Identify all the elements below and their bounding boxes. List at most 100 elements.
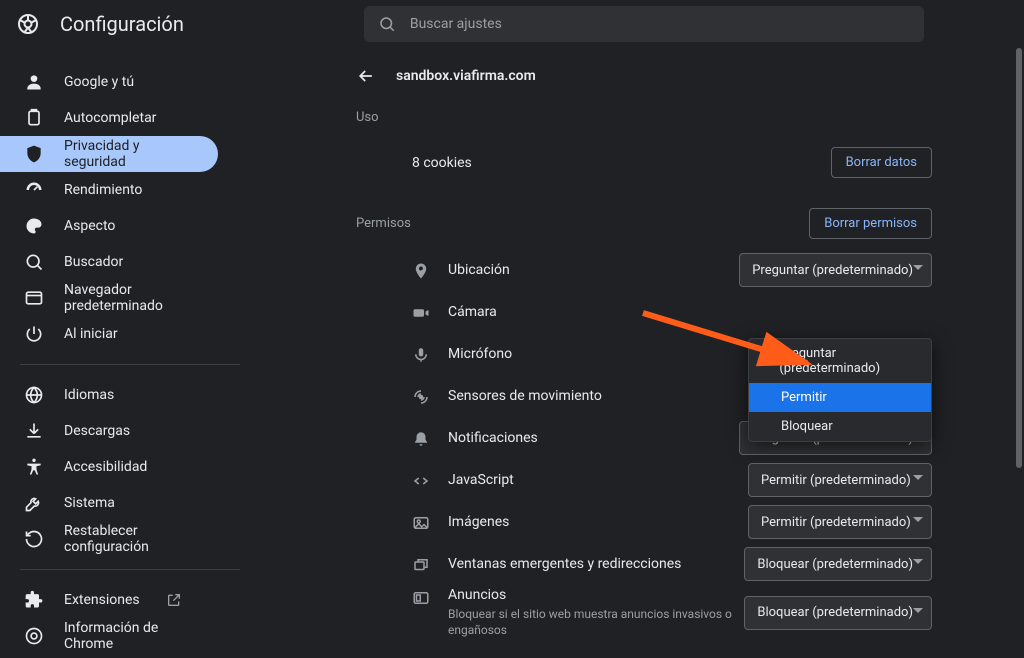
sidebar-item-default-browser[interactable]: Navegador predeterminado (0, 280, 218, 316)
chrome-logo-icon (16, 12, 40, 36)
sidebar-item-label: Accesibilidad (64, 459, 147, 475)
site-hostname: sandbox.viafirma.com (396, 68, 536, 84)
sidebar-item-label: Idiomas (64, 387, 114, 403)
search-box[interactable] (364, 6, 924, 42)
permission-label: Micrófono (448, 346, 512, 362)
permission-row-camera: Cámara (352, 291, 932, 333)
dropdown-option[interactable]: Bloquear (749, 412, 931, 441)
sidebar-item-label: Navegador predeterminado (64, 282, 198, 314)
bell-icon (412, 430, 430, 448)
sidebar-item-autofill[interactable]: Autocompletar (0, 100, 218, 136)
search-input[interactable] (410, 16, 910, 32)
sidebar-item-label: Al iniciar (64, 326, 118, 342)
chevron-down-icon (913, 517, 923, 527)
permission-select-value: Permitir (predeterminado) (761, 515, 911, 530)
sidebar-item-label: Buscador (64, 254, 123, 270)
chrome-icon (24, 626, 44, 646)
permission-row-popups: Ventanas emergentes y redirecciones Bloqu… (352, 543, 932, 585)
permission-select-popups[interactable]: Bloquear (predeterminado) (744, 547, 932, 581)
sidebar-item-reset[interactable]: Restablecer configuración (0, 521, 218, 557)
sidebar-item-label: Google y tú (64, 74, 134, 90)
usage-section-title: Uso (356, 110, 932, 125)
check-icon (759, 354, 771, 368)
sidebar-item-label: Autocompletar (64, 110, 156, 126)
page-title: Configuración (60, 12, 184, 36)
permission-label: Notificaciones (448, 430, 538, 446)
sidebar-item-accessibility[interactable]: Accesibilidad (0, 449, 218, 485)
ad-icon (412, 589, 430, 607)
permission-label: Anuncios (448, 587, 738, 603)
permission-select-images[interactable]: Permitir (predeterminado) (748, 505, 932, 539)
scrollbar-thumb[interactable] (1016, 48, 1022, 468)
permission-sublabel: Bloquear si el sitio web muestra anuncio… (448, 606, 738, 638)
sidebar-item-system[interactable]: Sistema (0, 485, 218, 521)
sidebar-item-label: Descargas (64, 423, 130, 439)
permission-select-value: Permitir (predeterminado) (761, 473, 911, 488)
sidebar-item-languages[interactable]: Idiomas (0, 377, 218, 413)
accessibility-icon (24, 457, 44, 477)
sidebar-item-about[interactable]: Información de Chrome (0, 618, 218, 654)
dropdown-option-label: Preguntar (predeterminado) (779, 346, 921, 376)
image-icon (412, 514, 430, 532)
sidebar-separator (20, 364, 240, 365)
reset-permissions-button[interactable]: Borrar permisos (809, 208, 932, 239)
sidebar-item-label: Sistema (64, 495, 115, 511)
permission-row-javascript: JavaScriptPermitir (predeterminado) (352, 459, 932, 501)
speed-icon (24, 180, 44, 200)
dropdown-option[interactable]: Permitir (749, 383, 931, 412)
sidebar: Google y tú Autocompletar Privacidad y seg… (0, 48, 260, 640)
browser-icon (24, 288, 44, 308)
permission-select-value: Bloquear (predeterminado) (757, 557, 913, 572)
sidebar-item-privacy[interactable]: Privacidad y seguridad (0, 136, 218, 172)
sidebar-item-downloads[interactable]: Descargas (0, 413, 218, 449)
sidebar-item-search-engine[interactable]: Buscador (0, 244, 218, 280)
dropdown-option[interactable]: Preguntar (predeterminado) (749, 339, 931, 383)
mic-icon (412, 346, 430, 364)
power-icon (24, 324, 44, 344)
palette-icon (24, 216, 44, 236)
globe-icon (24, 385, 44, 405)
permission-row-location: Ubicación Preguntar (predeterminado) (352, 249, 932, 291)
clear-data-button[interactable]: Borrar datos (831, 147, 932, 178)
usage-row: 8 cookies Borrar datos (352, 139, 932, 186)
sidebar-item-appearance[interactable]: Aspecto (0, 208, 218, 244)
permission-select-location[interactable]: Preguntar (predeterminado) (739, 253, 932, 287)
sidebar-item-google-you[interactable]: Google y tú (0, 64, 218, 100)
permission-row-ads: Anuncios Bloquear si el sitio web muestra… (352, 585, 932, 640)
chevron-down-icon (913, 559, 923, 569)
permission-select-javascript[interactable]: Permitir (predeterminado) (748, 463, 932, 497)
sidebar-item-performance[interactable]: Rendimiento (0, 172, 218, 208)
dropdown-option-label: Permitir (781, 390, 827, 405)
shield-icon (24, 144, 44, 164)
permission-label: Ubicación (448, 262, 510, 278)
sidebar-item-label: Extensiones (64, 592, 140, 608)
permission-select-value: Bloquear (predeterminado) (757, 605, 913, 620)
sidebar-item-label: Restablecer configuración (64, 523, 198, 555)
sidebar-item-startup[interactable]: Al iniciar (0, 316, 218, 352)
scrollbar[interactable] (1014, 48, 1024, 640)
popup-icon (412, 556, 430, 574)
camera-icon (412, 304, 430, 322)
cookies-count[interactable]: 8 cookies (412, 155, 472, 171)
external-link-icon (166, 592, 182, 608)
sidebar-separator (20, 569, 240, 570)
clipboard-icon (24, 108, 44, 128)
person-icon (24, 72, 44, 92)
dropdown-option-label: Bloquear (781, 419, 833, 434)
sidebar-item-label: Información de Chrome (64, 620, 198, 652)
chevron-down-icon (913, 475, 923, 485)
back-button[interactable] (356, 66, 376, 86)
permission-select-ads[interactable]: Bloquear (predeterminado) (744, 596, 932, 630)
motion-icon (412, 388, 430, 406)
sidebar-item-extensions[interactable]: Extensiones (0, 582, 218, 618)
camera-select-dropdown[interactable]: Preguntar (predeterminado) Permitir Bloque… (748, 338, 932, 442)
permission-label: Ventanas emergentes y redirecciones (448, 556, 681, 572)
permission-label: Cámara (448, 304, 497, 320)
pin-icon (412, 262, 430, 280)
sidebar-item-label: Aspecto (64, 218, 115, 234)
permission-label: Imágenes (448, 514, 509, 530)
search-icon (24, 252, 44, 272)
extension-icon (24, 590, 44, 610)
permission-label: Sensores de movimiento (448, 388, 602, 404)
download-icon (24, 421, 44, 441)
